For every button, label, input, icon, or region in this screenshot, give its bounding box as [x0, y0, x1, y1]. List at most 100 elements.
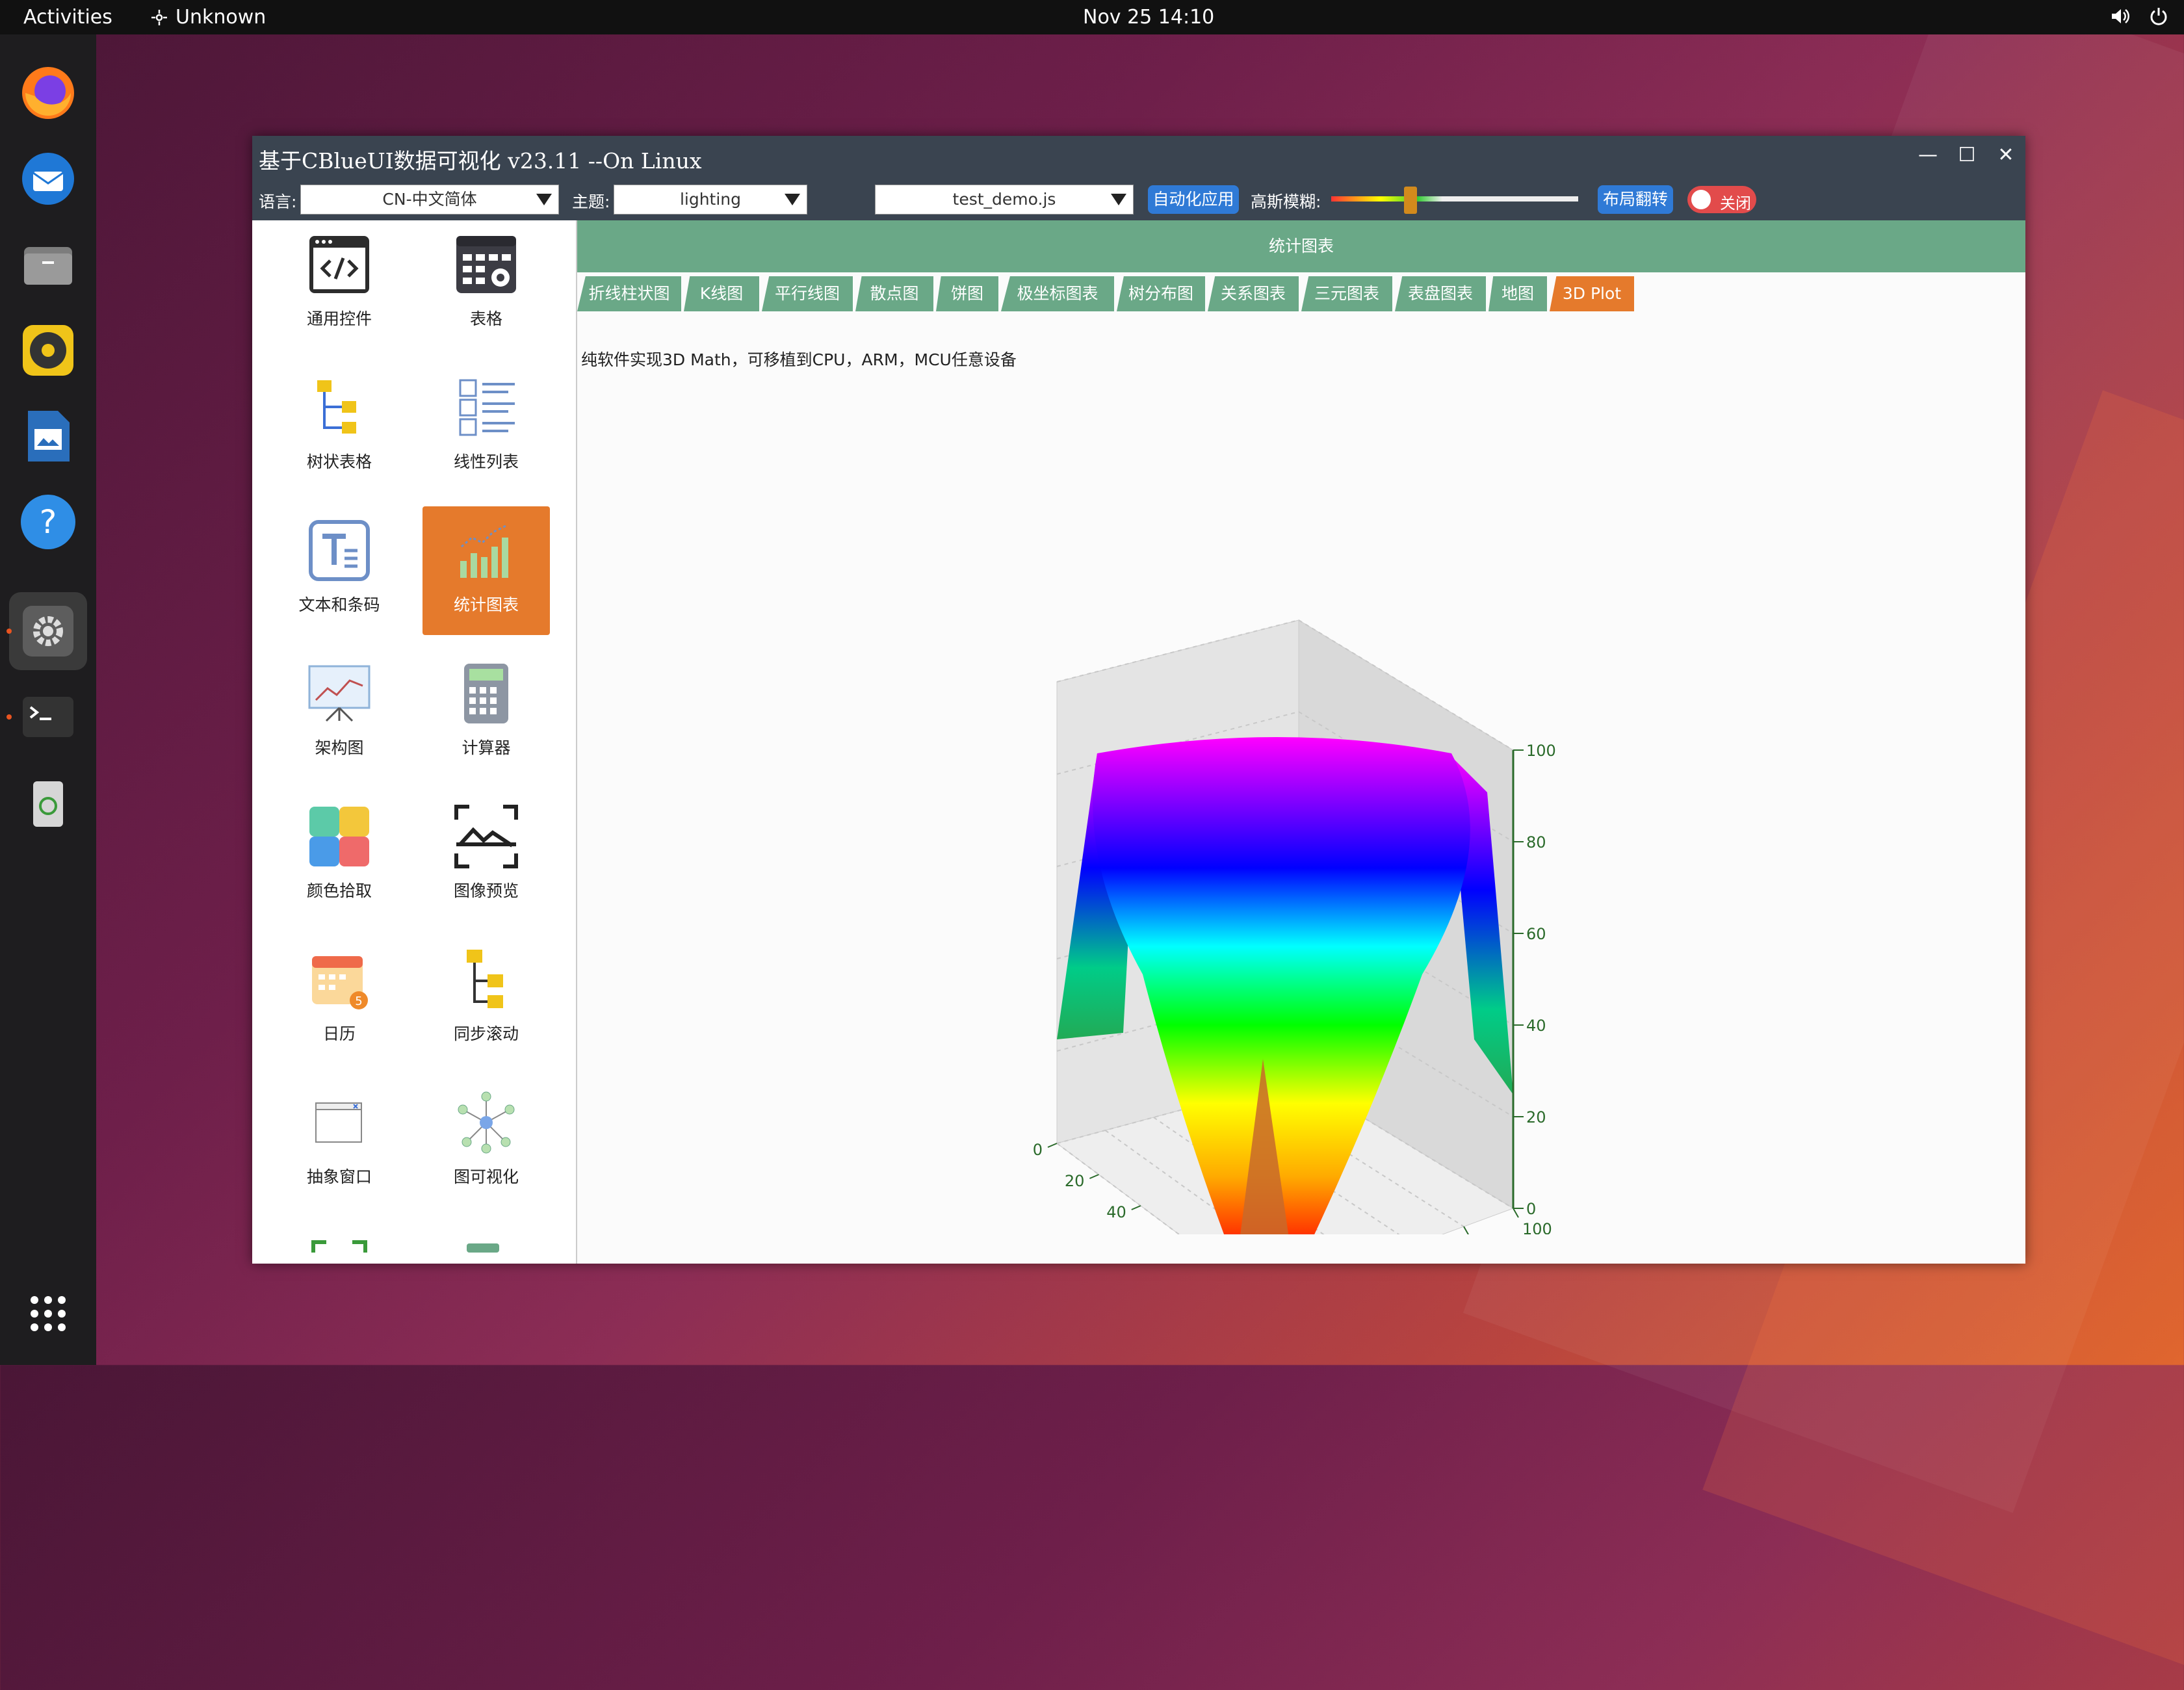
z-tick-label: 60 — [1526, 925, 1546, 943]
chevron-down-icon — [785, 194, 800, 205]
partial-icon — [467, 1243, 499, 1253]
linear-list-icon — [459, 379, 515, 436]
nav-item-text-barcode[interactable]: 文本和条码 — [276, 506, 403, 635]
settings-icon[interactable] — [9, 592, 87, 670]
nav-item-partial[interactable] — [276, 1221, 403, 1264]
tab-gauge[interactable]: 表盘图表 — [1395, 276, 1486, 311]
nav-item-tree-table[interactable]: 树状表格 — [276, 363, 403, 492]
x-tick-label: 40 — [1106, 1203, 1126, 1221]
sync-scroll-icon — [467, 950, 503, 1008]
image-preview-icon — [454, 805, 518, 868]
maximize-icon[interactable]: ☐ — [1954, 142, 1980, 168]
writer-icon[interactable] — [16, 404, 81, 469]
nav-item-partial[interactable] — [422, 1221, 550, 1264]
app-menu[interactable]: Unknown — [150, 6, 266, 29]
tab-line-bar[interactable]: 折线柱状图 — [577, 276, 681, 311]
nav-item-calendar[interactable]: 5 日历 — [276, 935, 403, 1064]
language-label: 语言: — [259, 192, 297, 211]
tab-scatter[interactable]: 散点图 — [855, 276, 933, 311]
chevron-down-icon — [1111, 194, 1126, 205]
tab-map[interactable]: 地图 — [1488, 276, 1547, 311]
tab-pie[interactable]: 饼图 — [936, 276, 998, 311]
main-content: 统计图表 折线柱状图 K线图 平行线图 散点图 饼图 极坐标图表 树分布图 关系… — [577, 220, 2025, 1264]
whiteboard-icon — [308, 665, 370, 722]
surface-plot-3d[interactable]: 020406080100 020406080100 020406080100 — [577, 389, 2025, 1234]
calendar-icon: 5 — [312, 956, 368, 1009]
app-menu-icon — [151, 9, 167, 25]
firefox-icon[interactable] — [16, 60, 81, 125]
files-icon[interactable] — [16, 232, 81, 297]
minimize-icon[interactable]: — — [1915, 142, 1941, 168]
app-window: 基于CBlueUI数据可视化 v23.11 --On Linux — ☐ ✕ 语… — [252, 136, 2025, 1264]
nav-label: 通用控件 — [306, 309, 372, 328]
language-select[interactable]: CN-中文简体 — [300, 185, 559, 214]
chevron-down-icon — [536, 194, 552, 205]
tab-kline[interactable]: K线图 — [684, 276, 759, 311]
nav-item-image-preview[interactable]: 图像预览 — [422, 792, 550, 921]
running-indicator — [6, 629, 12, 634]
close-toggle[interactable]: 关闭 — [1687, 186, 1756, 213]
power-icon[interactable] — [2148, 5, 2170, 27]
app-grid-icon[interactable] — [16, 1281, 81, 1346]
script-value: test_demo.js — [952, 190, 1056, 209]
trash-icon[interactable] — [16, 770, 81, 835]
language-value: CN-中文简体 — [382, 190, 477, 209]
tab-polar[interactable]: 极坐标图表 — [1001, 276, 1114, 311]
nav-item-architecture[interactable]: 架构图 — [276, 649, 403, 778]
auto-apply-button[interactable]: 自动化应用 — [1148, 185, 1239, 214]
tab-relation[interactable]: 关系图表 — [1208, 276, 1299, 311]
nav-label: 图像预览 — [453, 881, 519, 900]
abstract-window-icon — [315, 1102, 362, 1143]
nav-item-graph-visualization[interactable]: 图可视化 — [422, 1078, 550, 1207]
barcode-frame-icon — [311, 1240, 367, 1253]
nav-label: 线性列表 — [453, 452, 519, 471]
nav-label: 架构图 — [315, 738, 364, 757]
nav-item-linear-list[interactable]: 线性列表 — [422, 363, 550, 492]
close-icon[interactable]: ✕ — [1993, 142, 2019, 168]
toggle-knob — [1691, 190, 1711, 209]
nav-item-abstract-window[interactable]: 抽象窗口 — [276, 1078, 403, 1207]
z-axis-ticks: 0 20 40 60 80 100 — [1513, 742, 1556, 1218]
help-icon[interactable]: ? — [16, 489, 81, 554]
nav-item-statistics-chart[interactable]: 统计图表 — [422, 506, 550, 635]
theme-select[interactable]: lighting — [614, 185, 807, 214]
z-tick-label: 0 — [1526, 1200, 1536, 1218]
tab-3d-plot[interactable]: 3D Plot — [1550, 276, 1634, 311]
thunderbird-icon[interactable] — [16, 146, 81, 211]
script-select[interactable]: test_demo.js — [875, 185, 1134, 214]
clock[interactable]: Nov 25 14:10 — [1083, 6, 1214, 29]
nav-item-general-controls[interactable]: 通用控件 — [276, 220, 403, 349]
blur-slider-handle[interactable] — [1404, 187, 1417, 214]
rhythmbox-icon[interactable] — [16, 318, 81, 383]
nav-label: 统计图表 — [453, 595, 519, 614]
nav-item-sync-scroll[interactable]: 同步滚动 — [422, 935, 550, 1064]
nav-label: 计算器 — [462, 738, 511, 757]
tab-parallel[interactable]: 平行线图 — [762, 276, 853, 311]
section-header: 统计图表 — [577, 220, 2025, 272]
terminal-icon[interactable] — [16, 684, 81, 749]
z-tick-label: 100 — [1526, 742, 1556, 760]
blur-slider-track[interactable] — [1331, 196, 1578, 202]
nav-item-table[interactable]: 表格 — [422, 220, 550, 349]
sidebar: 通用控件 表格 树状表格 线性列表 文本和条码 统计图表 架构图 计算器 颜色拾… — [252, 220, 577, 1264]
system-tray[interactable] — [2109, 5, 2170, 27]
z-tick-label: 40 — [1526, 1017, 1546, 1035]
color-picker-icon — [309, 807, 369, 866]
flip-layout-button[interactable]: 布局翻转 — [1598, 185, 1673, 214]
tab-tree-distribution[interactable]: 树分布图 — [1117, 276, 1205, 311]
nav-label: 日历 — [322, 1024, 356, 1043]
nav-item-color-picker[interactable]: 颜色拾取 — [276, 792, 403, 921]
blur-label: 高斯模糊: — [1251, 192, 1321, 211]
nav-item-calculator[interactable]: 计算器 — [422, 649, 550, 778]
window-titlebar[interactable]: 基于CBlueUI数据可视化 v23.11 --On Linux — ☐ ✕ — [252, 136, 2025, 176]
nav-label: 抽象窗口 — [306, 1167, 372, 1186]
theme-label: 主题: — [572, 192, 610, 211]
theme-value: lighting — [679, 190, 742, 209]
tab-ternary[interactable]: 三元图表 — [1301, 276, 1392, 311]
activities-button[interactable]: Activities — [23, 6, 112, 29]
table-gear-icon — [456, 236, 516, 293]
svg-text:?: ? — [40, 503, 57, 541]
y-tick-mark — [1463, 1226, 1470, 1234]
volume-icon[interactable] — [2109, 5, 2131, 27]
z-tick-label: 80 — [1526, 833, 1546, 852]
